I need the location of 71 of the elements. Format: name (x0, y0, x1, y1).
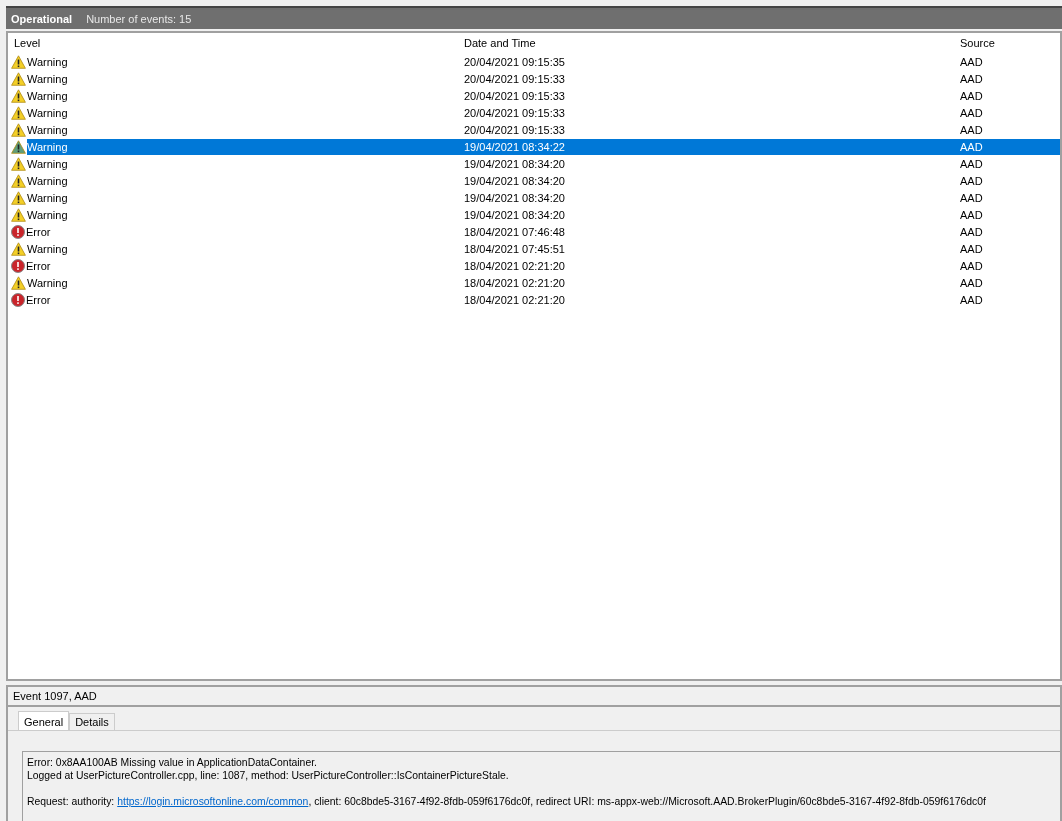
date-cell-text: 20/04/2021 09:15:33 (463, 122, 566, 138)
source-cell-text: AAD (959, 241, 984, 257)
column-header[interactable]: Source (954, 37, 1060, 49)
event-title: Event 1097, AAD (8, 687, 1060, 707)
warning-icon (11, 241, 26, 256)
source-cell-text: AAD (959, 71, 984, 87)
source-cell-text: AAD (959, 207, 984, 223)
error-icon (11, 258, 25, 273)
warning-icon (11, 54, 26, 69)
level-cell[interactable]: Error (26, 223, 458, 240)
source-cell-text: AAD (959, 258, 984, 274)
request-line: Request: authority: https://login.microsoftonline.com/common, client: 60c8bde5-3167-4f92-8fdb-059f6176dc0f, redirect URI: ms-appx-web://Microsoft.AAD.BrokerPlugin/60c8bde5-3167-4f92-8fdb-059f6176dc0f (27, 795, 987, 808)
level-cell[interactable]: Warning (27, 121, 458, 138)
column-header[interactable]: Level (8, 37, 458, 49)
date-cell-text: 18/04/2021 07:46:48 (463, 224, 566, 240)
warning-icon (11, 88, 26, 103)
level-cell[interactable]: Error (26, 291, 458, 308)
date-cell-text: 18/04/2021 02:21:20 (463, 275, 566, 291)
message-line: Error: 0x8AA100AB Missing value in ApplicationDataContainer. (27, 756, 318, 769)
date-cell-text: 18/04/2021 02:21:20 (463, 258, 566, 274)
tab[interactable]: Details (69, 713, 115, 730)
warning-icon (11, 173, 26, 188)
date-cell-text: 19/04/2021 08:34:22 (463, 139, 566, 155)
date-cell-text: 19/04/2021 08:34:20 (463, 190, 566, 206)
source-cell-text: AAD (959, 88, 984, 104)
warning-icon (11, 139, 26, 154)
source-cell-text: AAD (959, 292, 984, 308)
level-cell[interactable]: Warning (27, 70, 458, 87)
warning-icon (11, 190, 26, 205)
level-cell[interactable]: Warning (27, 138, 458, 155)
tab[interactable]: General (18, 711, 70, 730)
warning-icon (11, 156, 26, 171)
date-cell-text: 19/04/2021 08:34:20 (463, 156, 566, 172)
date-cell-text: 19/04/2021 08:34:20 (463, 173, 566, 189)
level-cell[interactable]: Warning (27, 172, 458, 189)
source-cell-text: AAD (959, 275, 984, 291)
date-cell-text: 18/04/2021 02:21:20 (463, 292, 566, 308)
source-cell-text: AAD (959, 54, 984, 70)
source-cell-text: AAD (959, 122, 984, 138)
source-cell-text: AAD (959, 139, 984, 155)
level-cell[interactable]: Warning (27, 274, 458, 291)
level-cell[interactable]: Warning (27, 53, 458, 70)
source-cell-text: AAD (959, 190, 984, 206)
date-cell-text: 20/04/2021 09:15:33 (463, 105, 566, 121)
source-cell-text: AAD (959, 156, 984, 172)
date-cell-text: 19/04/2021 08:34:20 (463, 207, 566, 223)
level-cell[interactable]: Warning (27, 206, 458, 223)
level-cell[interactable]: Warning (27, 104, 458, 121)
log-title: Operational (11, 12, 73, 25)
source-cell-text: AAD (959, 173, 984, 189)
level-cell[interactable]: Warning (27, 189, 458, 206)
source-cell-text: AAD (959, 224, 984, 240)
event-count: Number of events: 15 (86, 12, 192, 25)
warning-icon (11, 207, 26, 222)
date-cell-text: 20/04/2021 09:15:35 (463, 54, 566, 70)
level-cell[interactable]: Warning (27, 155, 458, 172)
warning-icon (11, 122, 26, 137)
warning-icon (11, 275, 26, 290)
message-line: Logged at UserPictureController.cpp, line: 1087, method: UserPictureController::IsContainerPictureStale. (27, 769, 510, 782)
column-header[interactable]: Date and Time (458, 37, 954, 49)
date-cell-text: 20/04/2021 09:15:33 (463, 71, 566, 87)
level-cell[interactable]: Warning (27, 240, 458, 257)
error-icon (11, 224, 25, 239)
warning-icon (11, 105, 26, 120)
warning-icon (11, 71, 26, 86)
level-cell[interactable]: Error (26, 257, 458, 274)
date-cell-text: 18/04/2021 07:45:51 (463, 241, 566, 257)
date-cell-text: 20/04/2021 09:15:33 (463, 88, 566, 104)
level-cell[interactable]: Warning (27, 87, 458, 104)
error-icon (11, 292, 25, 307)
source-cell-text: AAD (959, 105, 984, 121)
